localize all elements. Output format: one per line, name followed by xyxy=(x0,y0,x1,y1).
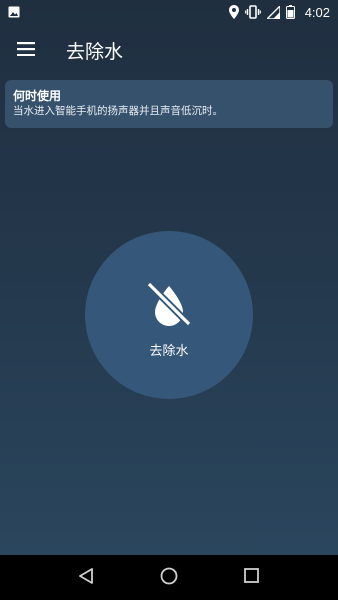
recents-icon[interactable] xyxy=(244,568,260,587)
vibrate-icon xyxy=(244,5,261,19)
info-card-title: 何时使用 xyxy=(13,89,62,103)
status-right: 4:02 xyxy=(228,4,330,20)
back-button[interactable] xyxy=(66,558,106,598)
signal-icon xyxy=(266,5,280,19)
info-card: 何时使用 当水进入智能手机的扬声器并且声音低沉时。 xyxy=(5,80,333,128)
app-bar: 去除水 xyxy=(0,24,338,76)
info-card-text: 当水进入智能手机的扬声器并且声音低沉时。 xyxy=(13,105,223,117)
status-left xyxy=(8,6,20,18)
image-notification-icon xyxy=(8,6,20,18)
back-icon[interactable] xyxy=(78,567,94,588)
home-button[interactable] xyxy=(149,558,189,598)
menu-icon[interactable] xyxy=(17,41,35,60)
recents-button[interactable] xyxy=(232,558,272,598)
status-time: 4:02 xyxy=(304,4,330,20)
page-title: 去除水 xyxy=(66,40,124,63)
location-icon xyxy=(228,5,239,19)
home-icon[interactable] xyxy=(160,567,178,589)
remove-water-label: 去除水 xyxy=(149,343,189,359)
status-bar: 4:02 xyxy=(0,0,338,24)
remove-water-button[interactable]: 去除水 xyxy=(85,231,253,399)
water-off-icon xyxy=(143,280,195,332)
battery-icon xyxy=(285,5,295,19)
menu-button[interactable] xyxy=(0,24,52,76)
navigation-bar xyxy=(0,555,338,600)
